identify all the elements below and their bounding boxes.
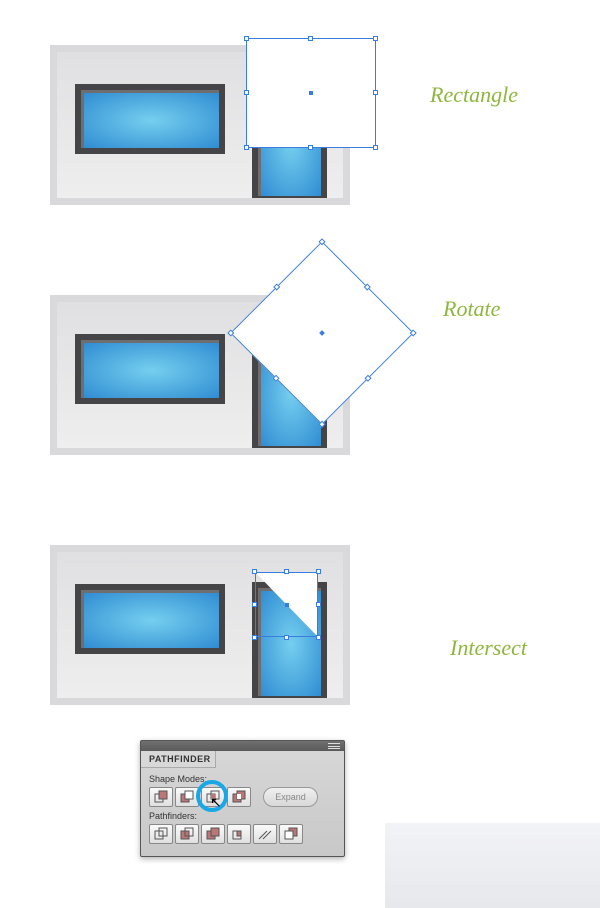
window-frame [75, 584, 225, 654]
panel-menu-icon[interactable] [328, 743, 340, 749]
selection-rectangle[interactable] [246, 38, 376, 148]
resize-handle[interactable] [244, 36, 249, 41]
resize-handle[interactable] [244, 90, 249, 95]
minus-front-button[interactable] [175, 787, 199, 807]
pathfinders-label: Pathfinders: [149, 811, 336, 821]
intersect-button[interactable]: ↖ [201, 787, 225, 807]
resize-handle[interactable] [316, 569, 321, 574]
unite-button[interactable] [149, 787, 173, 807]
merge-button[interactable] [201, 824, 225, 844]
window-frame [75, 334, 225, 404]
step-label: Rectangle [430, 82, 518, 108]
shape-modes-label: Shape Modes: [149, 774, 336, 784]
step-label: Rotate [443, 296, 500, 322]
resize-handle[interactable] [284, 635, 289, 640]
resize-handle[interactable] [316, 602, 321, 607]
resize-handle[interactable] [308, 36, 313, 41]
resize-handle[interactable] [318, 238, 325, 245]
resize-handle[interactable] [364, 375, 371, 382]
exclude-button[interactable] [227, 787, 251, 807]
pathfinder-panel[interactable]: PATHFINDER Shape Modes: ↖ Expand Pathfin… [140, 740, 345, 857]
panel-titlebar[interactable] [141, 741, 344, 751]
window-glass [81, 340, 219, 398]
resize-handle[interactable] [316, 635, 321, 640]
window-frame [75, 84, 225, 154]
resize-handle[interactable] [410, 329, 417, 336]
window-glass [81, 90, 219, 148]
expand-button[interactable]: Expand [263, 787, 318, 807]
resize-handle[interactable] [273, 284, 280, 291]
selection-intersect[interactable] [255, 572, 318, 637]
resize-handle[interactable] [244, 145, 249, 150]
resize-handle[interactable] [252, 635, 257, 640]
resize-handle[interactable] [373, 145, 378, 150]
window-glass [81, 590, 219, 648]
resize-handle[interactable] [252, 602, 257, 607]
minus-back-button[interactable] [279, 824, 303, 844]
crop-button[interactable] [227, 824, 251, 844]
panel-tab[interactable]: PATHFINDER [141, 751, 216, 768]
step-label: Intersect [450, 635, 527, 661]
center-point [309, 91, 313, 95]
decorative-gradient [385, 823, 600, 908]
resize-handle[interactable] [308, 145, 313, 150]
divide-button[interactable] [149, 824, 173, 844]
center-point [319, 330, 325, 336]
center-point [285, 603, 289, 607]
resize-handle[interactable] [284, 569, 289, 574]
resize-handle[interactable] [364, 284, 371, 291]
resize-handle[interactable] [373, 36, 378, 41]
resize-handle[interactable] [373, 90, 378, 95]
trim-button[interactable] [175, 824, 199, 844]
resize-handle[interactable] [252, 569, 257, 574]
outline-button[interactable] [253, 824, 277, 844]
